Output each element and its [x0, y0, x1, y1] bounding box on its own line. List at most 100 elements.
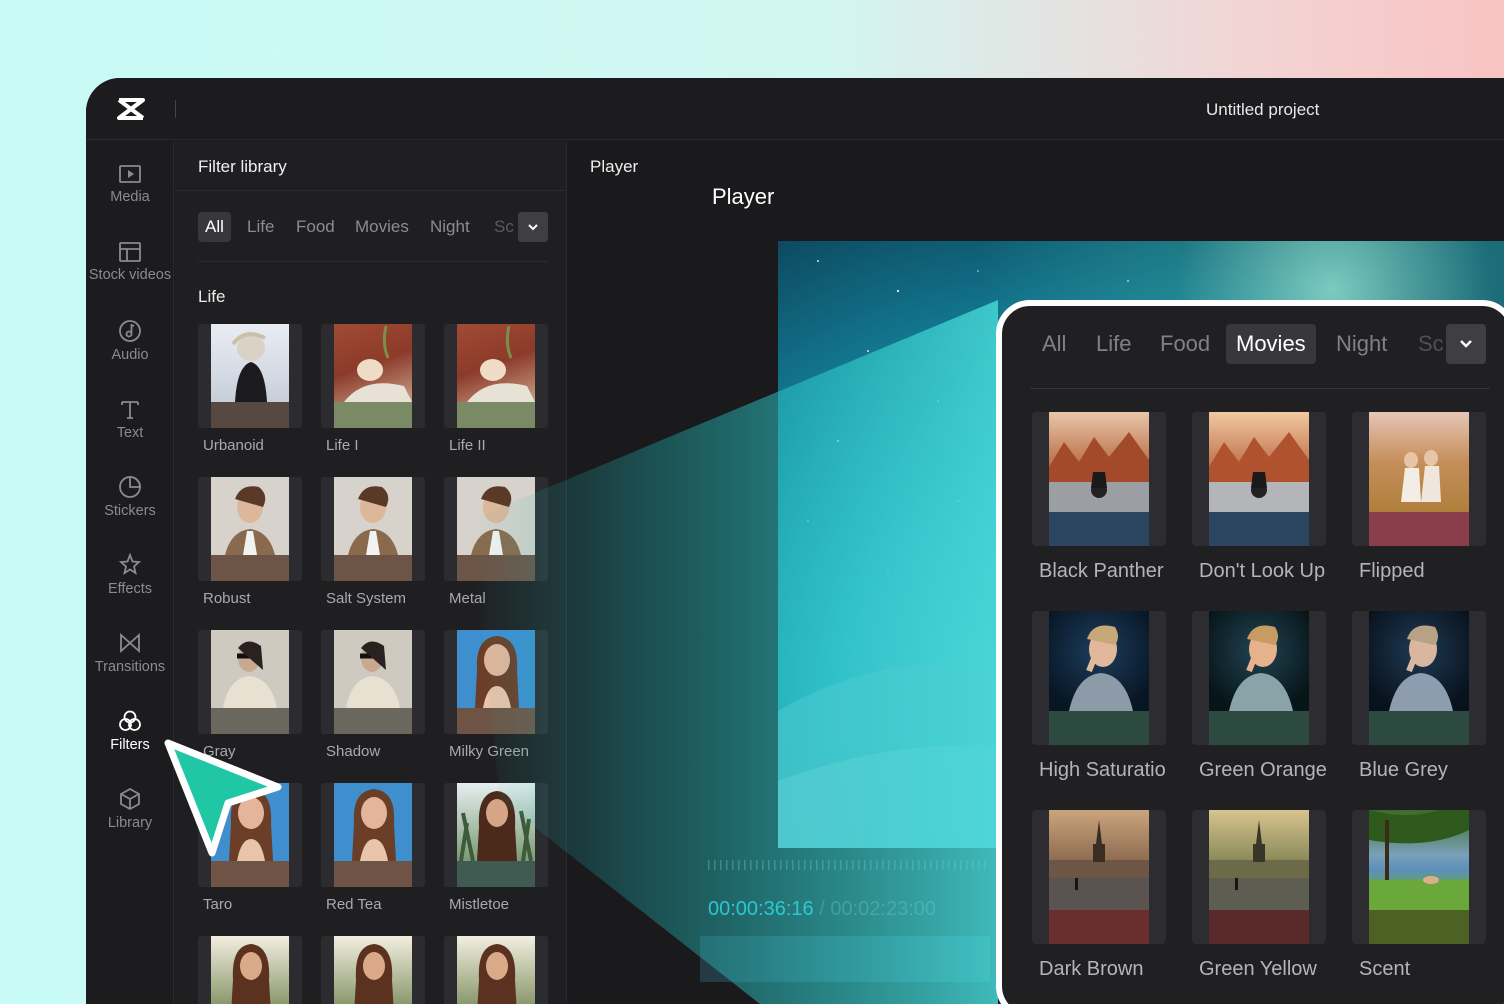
- filter-label: Taro: [203, 896, 233, 913]
- filter-color-strip: [1049, 512, 1149, 546]
- filter-card[interactable]: [321, 936, 425, 1004]
- filter-thumbnail: [198, 477, 302, 581]
- filter-thumbnail: [444, 630, 548, 734]
- tab-all[interactable]: All: [198, 212, 231, 242]
- sidebar-item-label: Transitions: [94, 659, 166, 675]
- tabs-dropdown-button[interactable]: [1446, 324, 1486, 364]
- filter-card[interactable]: Blue Grey: [1352, 611, 1486, 782]
- filter-label: Salt System: [326, 590, 407, 607]
- sidebar-item-label: Filters: [110, 737, 150, 753]
- tab-night[interactable]: Night: [423, 212, 477, 242]
- filter-color-strip: [1049, 711, 1149, 745]
- filter-card[interactable]: Robust: [198, 477, 302, 607]
- timeline-ruler[interactable]: [708, 860, 988, 870]
- text-icon: [121, 401, 139, 419]
- capcut-logo: [117, 98, 145, 120]
- chevron-down-icon: [528, 224, 538, 231]
- filter-label: Flipped: [1359, 560, 1425, 582]
- filter-color-strip: [1369, 711, 1469, 745]
- filter-thumbnail: [1192, 810, 1326, 944]
- filter-color-strip: [334, 402, 412, 428]
- tab-all[interactable]: All: [1032, 324, 1076, 364]
- filter-card[interactable]: Urbanoid: [198, 324, 302, 454]
- filter-color-strip: [211, 708, 289, 734]
- filter-card[interactable]: Red Tea: [321, 783, 425, 913]
- filter-thumbnail: [1032, 810, 1166, 944]
- filter-thumbnail: [1032, 611, 1166, 745]
- sidebar-item-label: Media: [110, 189, 150, 205]
- filter-color-strip: [334, 555, 412, 581]
- topbar-divider: [175, 100, 176, 118]
- filter-color-strip: [1369, 910, 1469, 944]
- tab-food[interactable]: Food: [289, 212, 342, 242]
- filter-thumbnail: [1032, 412, 1166, 546]
- sidebar-item-media[interactable]: Media: [86, 163, 174, 233]
- filter-card[interactable]: Don't Look Up: [1192, 412, 1326, 583]
- timeline-track[interactable]: [700, 936, 990, 982]
- project-title[interactable]: Untitled project: [1206, 100, 1319, 120]
- filter-thumbnail: [1352, 611, 1486, 745]
- filter-thumbnail: [1192, 412, 1326, 546]
- tab-movies[interactable]: Movies: [348, 212, 416, 242]
- player-title: Player: [712, 184, 775, 209]
- filter-thumbnail: [1192, 611, 1326, 745]
- filter-color-strip: [457, 708, 535, 734]
- filter-card[interactable]: Flipped: [1352, 412, 1486, 583]
- filter-thumbnail: [444, 936, 548, 1004]
- player-header: Player: [590, 157, 639, 176]
- sidebar-item-stock-videos[interactable]: Stock videos: [86, 241, 174, 311]
- filter-card[interactable]: [198, 936, 302, 1004]
- filter-label: Mistletoe: [449, 896, 510, 913]
- filter-card[interactable]: Scent: [1352, 810, 1486, 981]
- filter-thumbnail: [444, 783, 548, 887]
- filter-color-strip: [211, 402, 289, 428]
- filter-thumbnail: [198, 630, 302, 734]
- tab-more[interactable]: Sc: [487, 212, 521, 242]
- filter-thumbnail: [321, 324, 425, 428]
- tab-food[interactable]: Food: [1150, 324, 1220, 364]
- tabs-dropdown-button[interactable]: [518, 212, 548, 242]
- filter-thumbnail: [321, 783, 425, 887]
- filter-color-strip: [1369, 512, 1469, 546]
- filter-color-strip: [334, 708, 412, 734]
- tab-movies[interactable]: Movies: [1226, 324, 1316, 364]
- sidebar: Media Stock videos Audio Text Stickers E…: [86, 141, 174, 1004]
- filter-card[interactable]: Black Panther: [1032, 412, 1166, 583]
- filter-card[interactable]: Salt System: [321, 477, 425, 607]
- filter-label: Dark Brown: [1039, 958, 1144, 980]
- library-icon: [120, 787, 140, 811]
- filter-card[interactable]: Dark Brown: [1032, 810, 1166, 981]
- filter-label: Shadow: [326, 743, 381, 760]
- filter-category-tabs: All Life Food Movies Night Sc: [198, 212, 548, 242]
- filter-thumbnail: [1352, 810, 1486, 944]
- filter-label: Blue Grey: [1359, 759, 1448, 781]
- filter-color-strip: [1049, 910, 1149, 944]
- filter-card[interactable]: Mistletoe: [444, 783, 548, 913]
- filter-card[interactable]: [444, 936, 548, 1004]
- tab-life[interactable]: Life: [1086, 324, 1141, 364]
- filter-color-strip: [1209, 512, 1309, 546]
- filter-card[interactable]: Shadow: [321, 630, 425, 760]
- cursor-pointer-icon: [164, 739, 282, 857]
- filter-card[interactable]: Life II: [444, 324, 548, 454]
- transitions-icon: [120, 632, 140, 654]
- filter-card[interactable]: Milky Green: [444, 630, 548, 760]
- sidebar-item-transitions[interactable]: Transitions: [86, 631, 174, 701]
- filter-card[interactable]: Green Orange: [1192, 611, 1327, 782]
- filter-card[interactable]: High Saturatio: [1032, 611, 1166, 782]
- filter-card[interactable]: Metal: [444, 477, 548, 607]
- filter-label: Green Yellow: [1199, 958, 1317, 980]
- filter-color-strip: [457, 861, 535, 887]
- sidebar-item-effects[interactable]: Effects: [86, 553, 174, 623]
- filter-color-strip: [211, 555, 289, 581]
- sidebar-item-label: Library: [107, 815, 153, 831]
- tab-night[interactable]: Night: [1326, 324, 1397, 364]
- filter-card[interactable]: Green Yellow: [1192, 810, 1326, 981]
- sidebar-item-stickers[interactable]: Stickers: [86, 475, 174, 545]
- filter-card[interactable]: Life I: [321, 324, 425, 454]
- zoom-category-tabs: All Life Food Movies Night Sc: [1032, 324, 1502, 366]
- tab-life[interactable]: Life: [240, 212, 281, 242]
- sidebar-item-text[interactable]: Text: [86, 397, 174, 467]
- sidebar-item-audio[interactable]: Audio: [86, 319, 174, 389]
- filter-thumbnail: [321, 936, 425, 1004]
